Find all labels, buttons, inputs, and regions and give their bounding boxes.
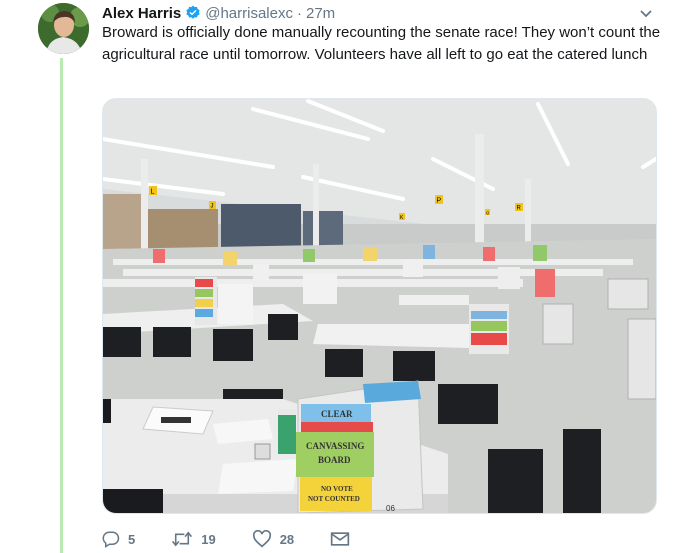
avatar-image xyxy=(38,3,89,54)
retweet-icon xyxy=(172,531,193,547)
sign-not-counted: NOT COUNTED xyxy=(308,495,360,503)
box-number: 06 xyxy=(386,504,395,513)
tweet-header: Alex Harris @harrisalexc · 27m xyxy=(102,3,652,23)
sign-canvassing: CANVASSING xyxy=(306,441,364,451)
tweet-timestamp[interactable]: 27m xyxy=(306,5,335,22)
verified-icon xyxy=(186,5,200,19)
like-button[interactable]: 28 xyxy=(252,530,294,548)
pillar-letter-Q: Q xyxy=(486,210,489,215)
reply-icon xyxy=(102,531,120,548)
author-name[interactable]: Alex Harris xyxy=(102,5,181,22)
retweet-button[interactable]: 19 xyxy=(171,530,216,548)
retweet-count: 19 xyxy=(201,531,216,547)
heart-icon xyxy=(252,530,271,548)
pillar-letter-J: J xyxy=(211,204,214,210)
reply-count: 5 xyxy=(128,531,136,547)
sign-clear: CLEAR xyxy=(321,409,353,419)
tweet-text: Broward is officially done manually reco… xyxy=(102,24,661,63)
author-handle[interactable]: @harrisalexc xyxy=(205,5,293,22)
photo-recount-room: L J K P Q R CLEAR CANVASSING BOARD NO VO… xyxy=(103,99,656,513)
pillar-letter-L: L xyxy=(151,189,155,196)
sign-board: BOARD xyxy=(318,455,351,465)
tweet-actions: 5 19 28 xyxy=(102,527,394,551)
thread-line xyxy=(60,58,63,553)
separator-dot: · xyxy=(296,4,302,22)
envelope-icon xyxy=(331,532,350,546)
reply-button[interactable]: 5 xyxy=(102,530,135,548)
like-count: 28 xyxy=(279,531,295,547)
tweet-photo[interactable]: L J K P Q R CLEAR CANVASSING BOARD NO VO… xyxy=(102,98,657,514)
avatar[interactable] xyxy=(38,3,89,54)
pillar-letter-P: P xyxy=(437,198,442,205)
chevron-down-icon[interactable] xyxy=(638,5,654,21)
direct-message-button[interactable] xyxy=(330,531,358,547)
sign-no-vote: NO VOTE xyxy=(321,485,353,493)
pillar-letter-R: R xyxy=(517,206,522,212)
